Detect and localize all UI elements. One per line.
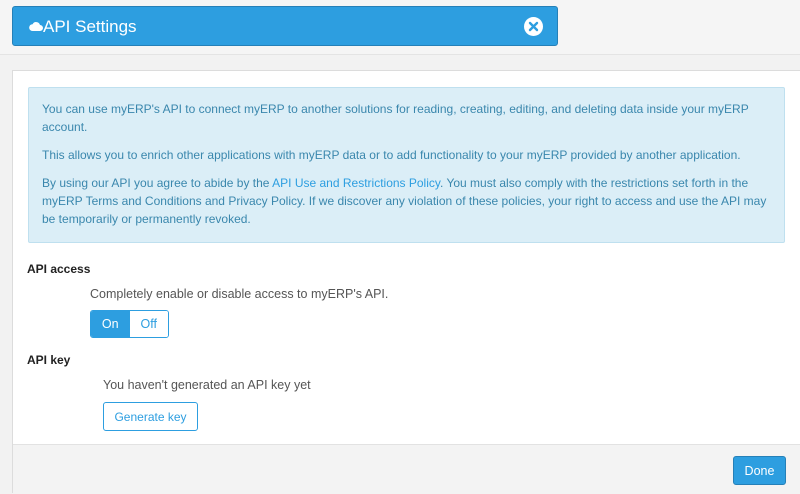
policy-link[interactable]: API Use and Restrictions Policy: [272, 176, 440, 190]
dialog-footer: Done: [13, 444, 800, 494]
info-text-before-link: By using our API you agree to abide by t…: [42, 176, 273, 190]
cloud-icon: [29, 22, 43, 31]
toggle-on-button[interactable]: On: [91, 311, 130, 337]
dialog-title: API Settings: [43, 17, 137, 36]
dialog-header: API Settings: [12, 6, 558, 46]
settings-panel: You can use myERP's API to connect myERP…: [12, 70, 800, 494]
api-key-status: You haven't generated an API key yet: [103, 378, 311, 392]
api-access-label: API access: [27, 262, 91, 276]
toggle-off-button[interactable]: Off: [129, 311, 168, 337]
generate-key-button[interactable]: Generate key: [103, 402, 198, 431]
info-paragraph-3: By using our API you agree to abide by t…: [42, 174, 770, 228]
api-access-description: Completely enable or disable access to m…: [90, 287, 389, 301]
info-paragraph-1: You can use myERP's API to connect myERP…: [42, 102, 749, 134]
info-paragraph-2: This allows you to enrich other applicat…: [42, 148, 741, 162]
info-box: You can use myERP's API to connect myERP…: [28, 87, 785, 243]
api-access-toggle[interactable]: On Off: [90, 310, 169, 338]
done-button[interactable]: Done: [733, 456, 786, 485]
api-key-label: API key: [27, 353, 71, 367]
close-icon[interactable]: [524, 17, 543, 36]
